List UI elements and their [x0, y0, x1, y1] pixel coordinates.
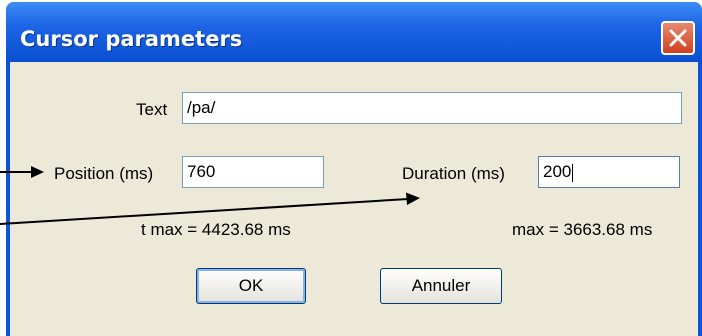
duration-label: Duration (ms) [402, 164, 505, 183]
duration-input-value: 200 [543, 162, 572, 181]
dialog-title: Cursor parameters [20, 27, 243, 51]
position-input-value: 760 [187, 162, 216, 181]
text-caret [572, 163, 574, 182]
title-bar[interactable]: Cursor parameters [6, 2, 702, 62]
text-input[interactable]: /pa/ [182, 92, 682, 124]
t-max-readout: t max = 4423.68 ms [141, 220, 291, 239]
ok-button[interactable]: OK [196, 268, 306, 304]
dialog-body: Text /pa/ Position (ms) 760 Duration (ms… [10, 62, 698, 336]
close-icon [669, 29, 687, 47]
position-input[interactable]: 760 [182, 156, 324, 188]
duration-input[interactable]: 200 [538, 156, 680, 188]
dialog-window: Cursor parameters Text /pa/ Position (ms… [6, 2, 702, 336]
cancel-button[interactable]: Annuler [380, 268, 502, 304]
position-label: Position (ms) [54, 164, 154, 183]
close-button[interactable] [661, 21, 695, 55]
text-label: Text [136, 100, 168, 119]
text-input-value: /pa/ [187, 98, 216, 117]
max-readout: max = 3663.68 ms [512, 220, 653, 239]
